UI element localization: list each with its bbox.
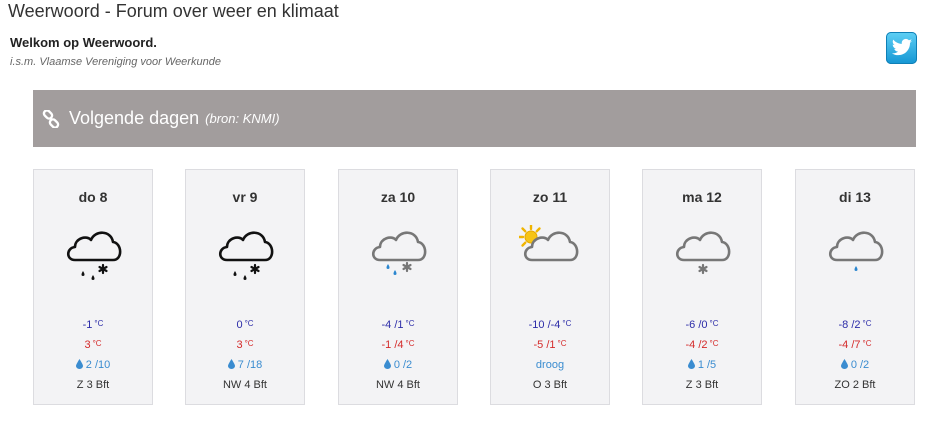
wind: Z 3 Bft xyxy=(76,379,110,391)
day-label: ma 12 xyxy=(682,189,722,205)
raindrop-icon xyxy=(383,359,391,369)
day-label: zo 11 xyxy=(532,189,568,205)
min-temp: -10 /-4 °C xyxy=(528,319,572,331)
precipitation: 0 /2 xyxy=(339,359,457,371)
sun-cloud-icon xyxy=(519,225,579,262)
forecast-banner: Volgende dagen (bron: KNMI) xyxy=(33,90,916,147)
cloud-rain-snow-icon xyxy=(371,231,427,275)
raindrop-icon xyxy=(840,359,848,369)
day-card: zo 11 -10 /-4 °C -5 /1 °C droog O 3 Bft xyxy=(490,169,610,405)
dark-cloud-rain-snow-icon xyxy=(66,231,122,280)
precipitation: 0 /2 xyxy=(796,359,914,371)
raindrop-icon xyxy=(687,359,695,369)
welcome-text: Welkom op Weerwoord. xyxy=(10,35,157,50)
day-card: vr 9 0 °C 3 °C 7 /18 NW 4 Bft xyxy=(185,169,305,405)
day-label: di 13 xyxy=(839,189,871,205)
min-temp: -1 °C xyxy=(82,319,104,331)
twitter-icon[interactable] xyxy=(886,32,917,64)
max-temp: -1 /4 °C xyxy=(381,339,415,351)
wind: NW 4 Bft xyxy=(375,379,420,391)
day-label: vr 9 xyxy=(232,189,258,205)
raindrop-icon xyxy=(75,359,83,369)
precipitation: 1 /5 xyxy=(643,359,761,371)
day-card: za 10 -4 /1 °C -1 /4 °C 0 /2 NW 4 Bft xyxy=(338,169,458,405)
wind: Z 3 Bft xyxy=(685,379,719,391)
site-title: Weerwoord - Forum over weer en klimaat xyxy=(8,1,339,21)
raindrop-icon xyxy=(227,359,235,369)
dark-cloud-rain-snow-icon xyxy=(218,231,274,280)
precipitation: 7 /18 xyxy=(186,359,304,371)
min-temp: -8 /2 °C xyxy=(838,319,872,331)
banner-source: (bron: KNMI) xyxy=(205,111,280,126)
day-label: za 10 xyxy=(380,189,416,205)
min-temp: -4 /1 °C xyxy=(381,319,415,331)
day-card: do 8 -1 °C 3 °C 2 /10 Z 3 Bft xyxy=(33,169,153,405)
min-temp: 0 °C xyxy=(236,319,254,331)
link-icon xyxy=(42,109,60,128)
min-temp: -6 /0 °C xyxy=(685,319,719,331)
precipitation: 2 /10 xyxy=(34,359,152,371)
max-temp: -4 /7 °C xyxy=(838,339,872,351)
max-temp: -5 /1 °C xyxy=(533,339,567,351)
banner-title: Volgende dagen xyxy=(69,108,200,128)
max-temp: 3 °C xyxy=(84,339,102,351)
day-card: di 13 -8 /2 °C -4 /7 °C 0 /2 ZO 2 Bft xyxy=(795,169,915,405)
precipitation: droog xyxy=(535,359,565,371)
cloud-rain-icon xyxy=(828,231,884,271)
cloud-snow-icon xyxy=(675,231,731,275)
max-temp: -4 /2 °C xyxy=(685,339,719,351)
wind: ZO 2 Bft xyxy=(834,379,876,391)
subtitle-text: i.s.m. Vlaamse Vereniging voor Weerkunde xyxy=(10,56,221,68)
wind: O 3 Bft xyxy=(532,379,568,391)
day-card: ma 12 -6 /0 °C -4 /2 °C 1 /5 Z 3 Bft xyxy=(642,169,762,405)
wind: NW 4 Bft xyxy=(222,379,267,391)
day-label: do 8 xyxy=(78,189,108,205)
max-temp: 3 °C xyxy=(236,339,254,351)
